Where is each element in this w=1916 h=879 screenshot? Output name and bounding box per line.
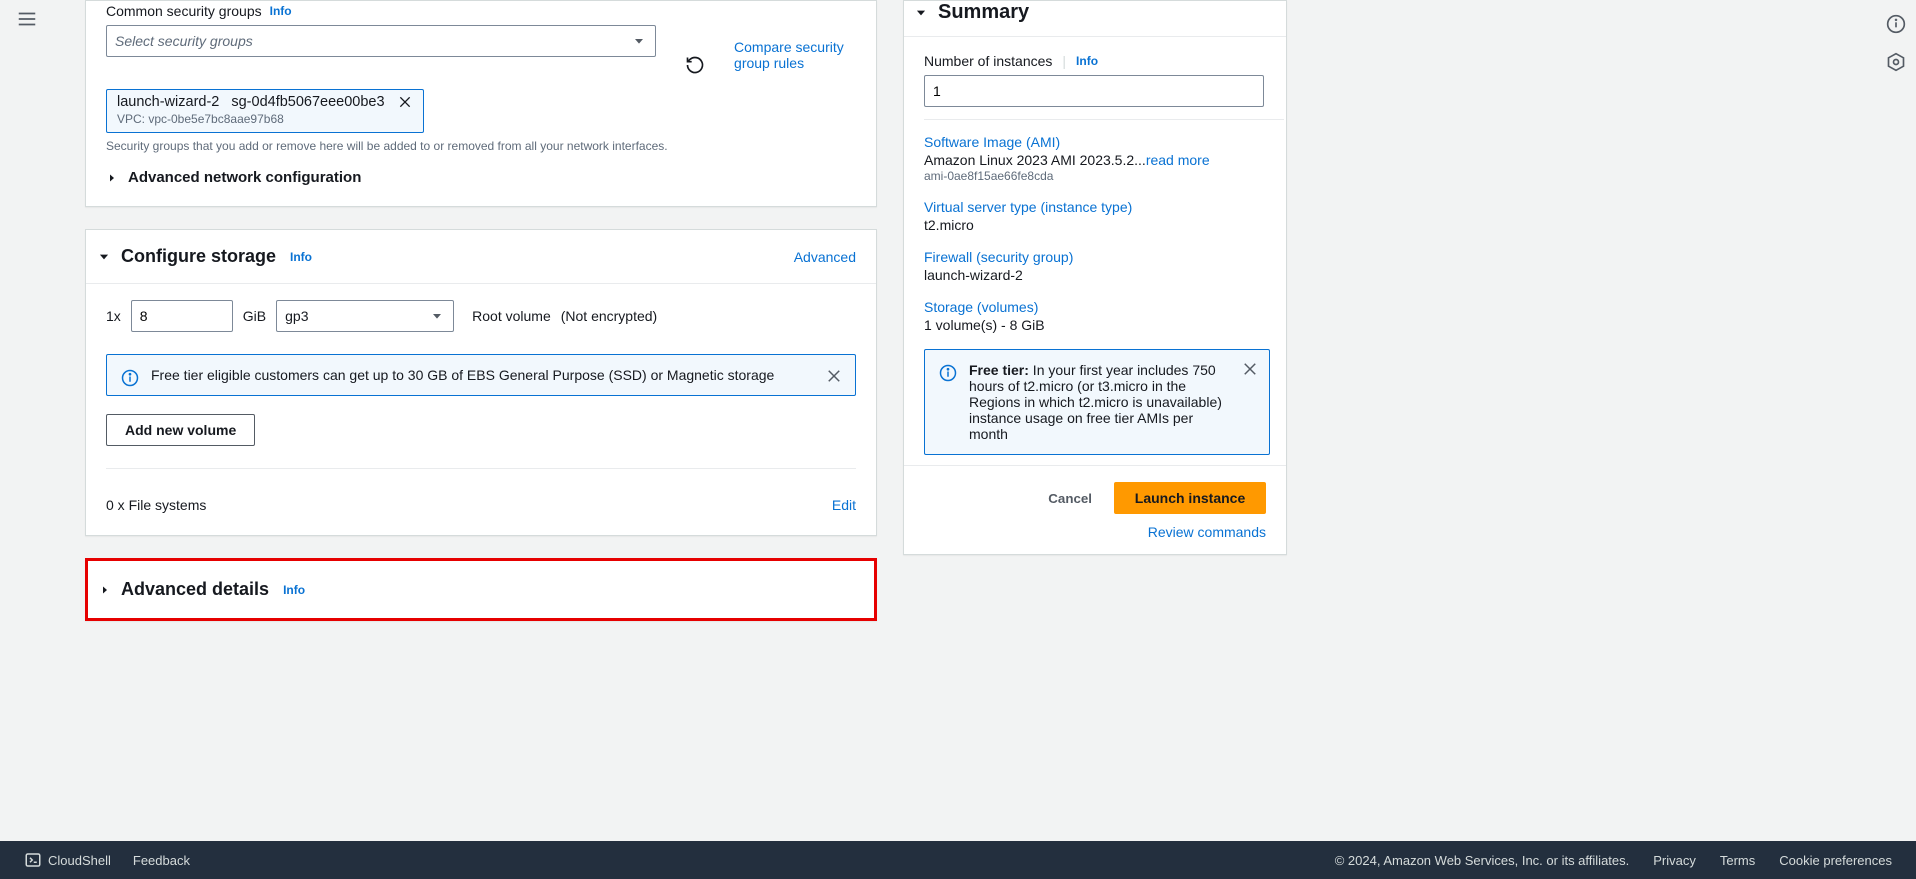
- volume-unit: GiB: [243, 308, 266, 324]
- cancel-button[interactable]: Cancel: [1048, 491, 1092, 506]
- launch-instance-button[interactable]: Launch instance: [1114, 482, 1266, 514]
- network-panel: Common security groups Info Select secur…: [85, 0, 877, 207]
- num-instances-input[interactable]: [924, 75, 1264, 107]
- file-systems-label: 0 x File systems: [106, 497, 206, 513]
- close-info-icon[interactable]: [825, 367, 843, 385]
- caret-right-icon: [106, 172, 118, 184]
- summary-heading-toggle[interactable]: Summary: [914, 1, 1266, 24]
- storage-free-tier-text: Free tier eligible customers can get up …: [151, 367, 774, 383]
- caret-right-icon: [99, 584, 111, 596]
- common-sg-label: Common security groups: [106, 3, 262, 19]
- caret-down-icon: [631, 33, 647, 49]
- security-groups-select[interactable]: Select security groups: [106, 25, 656, 57]
- sg-chip-name: launch-wizard-2: [117, 94, 219, 110]
- advanced-details-panel: Advanced details Info: [85, 558, 877, 621]
- caret-down-icon: [914, 6, 928, 20]
- summary-scroll-area[interactable]: Number of instances | Info Software Imag…: [904, 36, 1286, 465]
- sg-chip-vpc: VPC: vpc-0be5e7bc8aae97b68: [117, 112, 413, 126]
- footer-bar: CloudShell Feedback © 2024, Amazon Web S…: [0, 841, 1916, 879]
- privacy-link[interactable]: Privacy: [1653, 853, 1696, 868]
- copyright-text: © 2024, Amazon Web Services, Inc. or its…: [1335, 853, 1630, 868]
- sg-chip-id: sg-0d4fb5067eee00be3: [231, 94, 384, 110]
- volume-size-input[interactable]: [131, 300, 233, 332]
- instance-type-value: t2.micro: [924, 217, 1284, 233]
- storage-link[interactable]: Storage (volumes): [924, 299, 1284, 315]
- remove-sg-icon[interactable]: [397, 94, 413, 110]
- close-info-icon[interactable]: [1241, 360, 1259, 378]
- free-tier-label: Free tier:: [969, 362, 1029, 378]
- advanced-details-toggle[interactable]: Advanced details: [99, 579, 269, 600]
- info-icon: [939, 364, 957, 382]
- ami-value: Amazon Linux 2023 AMI 2023.5.2...: [924, 152, 1146, 168]
- refresh-button[interactable]: [680, 49, 710, 81]
- encryption-label: (Not encrypted): [561, 308, 657, 324]
- feedback-link[interactable]: Feedback: [133, 853, 190, 868]
- cloudshell-link[interactable]: CloudShell: [48, 853, 111, 868]
- num-instances-info-link[interactable]: Info: [1076, 54, 1098, 68]
- terms-link[interactable]: Terms: [1720, 853, 1755, 868]
- advanced-details-info-link[interactable]: Info: [283, 583, 305, 597]
- volume-type-value: gp3: [285, 308, 308, 324]
- compare-sg-link[interactable]: Compare security group rules: [734, 39, 856, 71]
- storage-heading-toggle[interactable]: Configure storage: [97, 246, 276, 267]
- advanced-network-toggle[interactable]: Advanced network configuration: [106, 153, 856, 188]
- volume-type-select[interactable]: gp3: [276, 300, 454, 332]
- cloudshell-icon[interactable]: [24, 851, 42, 869]
- ami-id: ami-0ae8f15ae66fe8cda: [924, 169, 1284, 183]
- menu-toggle-icon[interactable]: [16, 8, 38, 30]
- common-sg-info-link[interactable]: Info: [270, 4, 292, 18]
- storage-advanced-link[interactable]: Advanced: [794, 249, 856, 265]
- firewall-link[interactable]: Firewall (security group): [924, 249, 1284, 265]
- storage-panel: Configure storage Info Advanced 1x GiB: [85, 229, 877, 536]
- storage-info-link[interactable]: Info: [290, 250, 312, 264]
- num-instances-label: Number of instances: [924, 53, 1052, 69]
- caret-down-icon: [429, 308, 445, 324]
- summary-panel: Summary Number of instances | Info Softw…: [903, 0, 1287, 555]
- volume-count: 1x: [106, 308, 121, 324]
- advanced-details-heading: Advanced details: [121, 579, 269, 600]
- security-groups-placeholder: Select security groups: [115, 33, 253, 49]
- sg-helper-text: Security groups that you add or remove h…: [106, 139, 856, 153]
- caret-down-icon: [97, 250, 111, 264]
- review-commands-link[interactable]: Review commands: [924, 524, 1266, 540]
- instance-type-link[interactable]: Virtual server type (instance type): [924, 199, 1284, 215]
- summary-free-tier-info: Free tier: In your first year includes 7…: [924, 349, 1270, 455]
- storage-value: 1 volume(s) - 8 GiB: [924, 317, 1284, 333]
- ami-link[interactable]: Software Image (AMI): [924, 134, 1284, 150]
- storage-free-tier-info: Free tier eligible customers can get up …: [106, 354, 856, 396]
- storage-heading: Configure storage: [121, 246, 276, 267]
- security-group-chip: launch-wizard-2 sg-0d4fb5067eee00be3 VPC…: [106, 89, 424, 133]
- file-systems-edit-link[interactable]: Edit: [832, 497, 856, 513]
- cookie-prefs-link[interactable]: Cookie preferences: [1779, 853, 1892, 868]
- info-icon: [121, 369, 139, 387]
- summary-heading: Summary: [938, 1, 1029, 24]
- root-volume-label: Root volume: [472, 308, 551, 324]
- add-volume-button[interactable]: Add new volume: [106, 414, 255, 446]
- advanced-network-label: Advanced network configuration: [128, 169, 361, 186]
- firewall-value: launch-wizard-2: [924, 267, 1284, 283]
- ami-read-more-link[interactable]: read more: [1146, 152, 1210, 168]
